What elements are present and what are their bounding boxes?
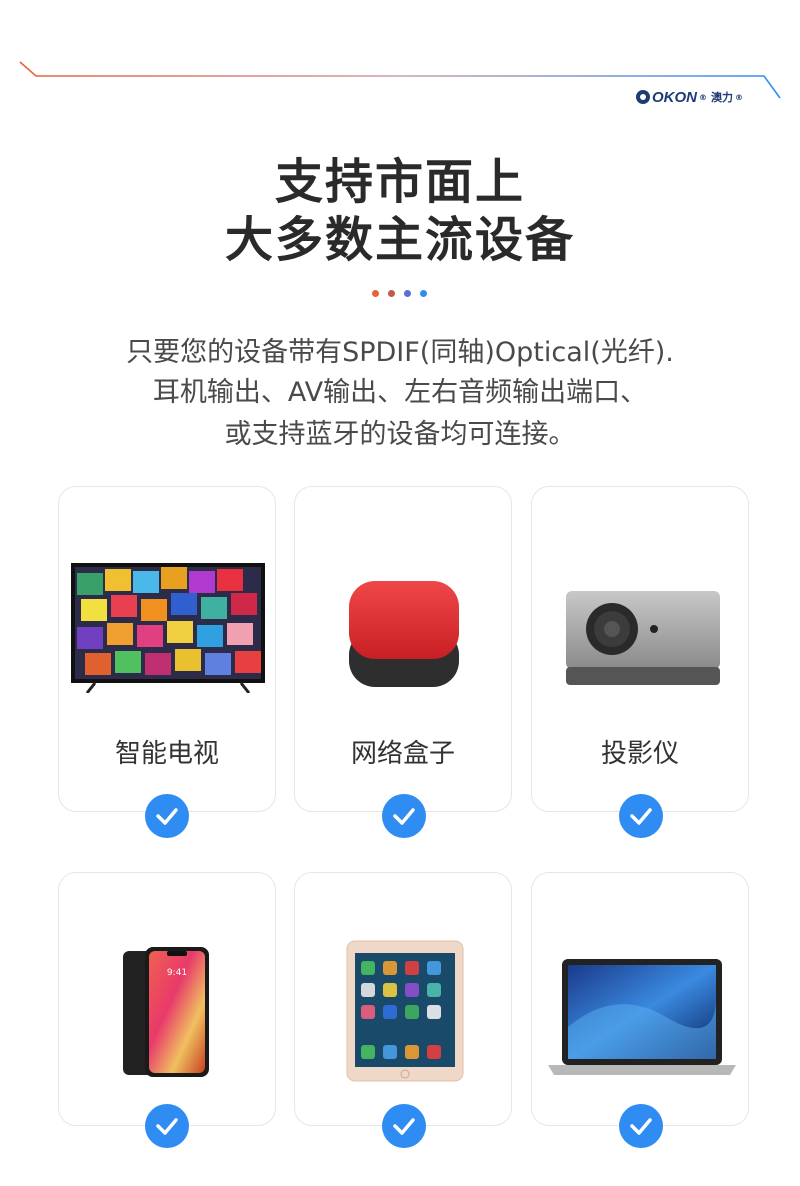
svg-text:9:41: 9:41	[167, 968, 187, 978]
check-icon	[145, 794, 189, 838]
brand-mark-icon	[636, 90, 650, 104]
check-icon	[145, 1104, 189, 1148]
tv-icon	[71, 563, 265, 693]
dot-3	[404, 290, 411, 297]
device-card-projector: 投影仪	[531, 486, 749, 812]
brand-name: OKON	[652, 88, 697, 106]
page-title-line2: 大多数主流设备	[224, 212, 575, 268]
brand-registered-2: ®	[735, 92, 743, 102]
device-card-tv-box: 网络盒子	[294, 486, 512, 812]
brand-chinese: 澳力	[711, 91, 733, 104]
description-line3: 或支持蓝牙的设备均可连接。	[224, 419, 576, 450]
dot-2	[388, 290, 395, 297]
device-label-tv-box: 网络盒子	[350, 739, 455, 769]
tablet-icon	[346, 940, 464, 1082]
description-line1: 只要您的设备带有SPDIF(同轴)Optical(光纤).	[126, 337, 674, 368]
dot-1	[372, 290, 379, 297]
check-icon	[382, 794, 426, 838]
check-icon	[619, 1104, 663, 1148]
device-label-smart-tv: 智能电视	[114, 739, 219, 769]
phone-icon: 9:41	[123, 947, 209, 1077]
device-card-laptop	[531, 872, 749, 1126]
check-icon	[619, 794, 663, 838]
tv-box-icon	[349, 581, 459, 687]
device-label-projector: 投影仪	[600, 739, 679, 769]
brand-logo: OKON ® 澳力 ®	[636, 86, 743, 108]
device-card-smart-tv: 智能电视	[58, 486, 276, 812]
device-card-phone: 9:41	[58, 872, 276, 1126]
brand-registered: ®	[699, 92, 707, 102]
projector-icon	[566, 591, 720, 685]
decorative-dots	[372, 290, 427, 297]
dot-4	[420, 290, 427, 297]
laptop-icon	[548, 959, 736, 1075]
description-line2: 耳机输出、AV输出、左右音频输出端口、	[152, 377, 648, 408]
device-card-tablet	[294, 872, 512, 1126]
check-icon	[382, 1104, 426, 1148]
